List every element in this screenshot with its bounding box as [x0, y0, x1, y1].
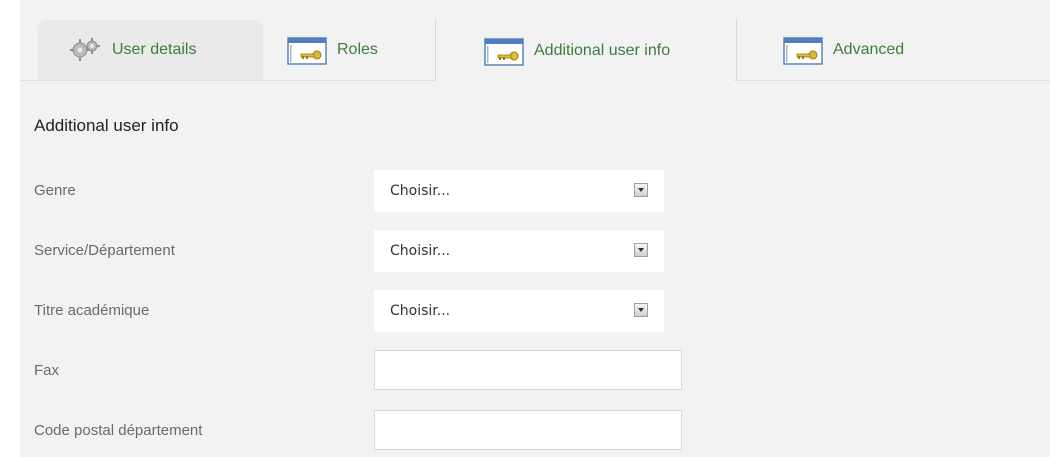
gear-icon — [70, 38, 100, 61]
field-label-genre: Genre — [34, 182, 76, 199]
titre-select[interactable]: Choisir... — [374, 290, 664, 332]
field-label-service: Service/Département — [34, 242, 175, 259]
tab-roles[interactable]: Roles — [263, 20, 435, 80]
genre-select-value: Choisir... — [390, 183, 451, 199]
dropdown-arrow-icon[interactable] — [634, 183, 648, 197]
form-row-fax: Fax — [20, 350, 1050, 394]
key-window-icon — [484, 37, 524, 66]
dropdown-arrow-icon[interactable] — [634, 243, 648, 257]
key-window-icon — [783, 37, 823, 65]
field-label-fax: Fax — [34, 362, 60, 379]
fax-input[interactable] — [374, 350, 682, 390]
dropdown-arrow-icon[interactable] — [634, 303, 648, 317]
form-row-code-postal: Code postal département — [20, 410, 1050, 454]
tab-roles-label: Roles — [337, 41, 378, 58]
section-title: Additional user info — [34, 116, 179, 135]
titre-select-value: Choisir... — [390, 303, 451, 319]
key-window-icon — [287, 37, 327, 65]
tab-bar: User details Roles Additional user info … — [20, 0, 1050, 81]
user-form-panel: User details Roles Additional user info … — [20, 0, 1050, 457]
tab-user-details[interactable]: User details — [38, 20, 263, 81]
service-select-value: Choisir... — [390, 243, 451, 259]
field-label-titre: Titre académique — [34, 302, 150, 319]
genre-select[interactable]: Choisir... — [374, 170, 664, 212]
field-label-code-postal: Code postal département — [34, 422, 203, 439]
tab-additional-user-info[interactable]: Additional user info — [435, 20, 737, 81]
code-postal-input[interactable] — [374, 410, 682, 450]
form-row-titre: Titre académique Choisir... — [20, 290, 1050, 334]
tab-advanced[interactable]: Advanced — [735, 20, 935, 80]
service-select[interactable]: Choisir... — [374, 230, 664, 272]
tab-user-details-label: User details — [112, 41, 197, 58]
active-tab-gap — [436, 80, 734, 82]
tab-additional-user-info-label: Additional user info — [534, 41, 671, 59]
form-row-genre: Genre Choisir... — [20, 170, 1050, 214]
form-row-service: Service/Département Choisir... — [20, 230, 1050, 274]
tab-advanced-label: Advanced — [833, 41, 905, 58]
